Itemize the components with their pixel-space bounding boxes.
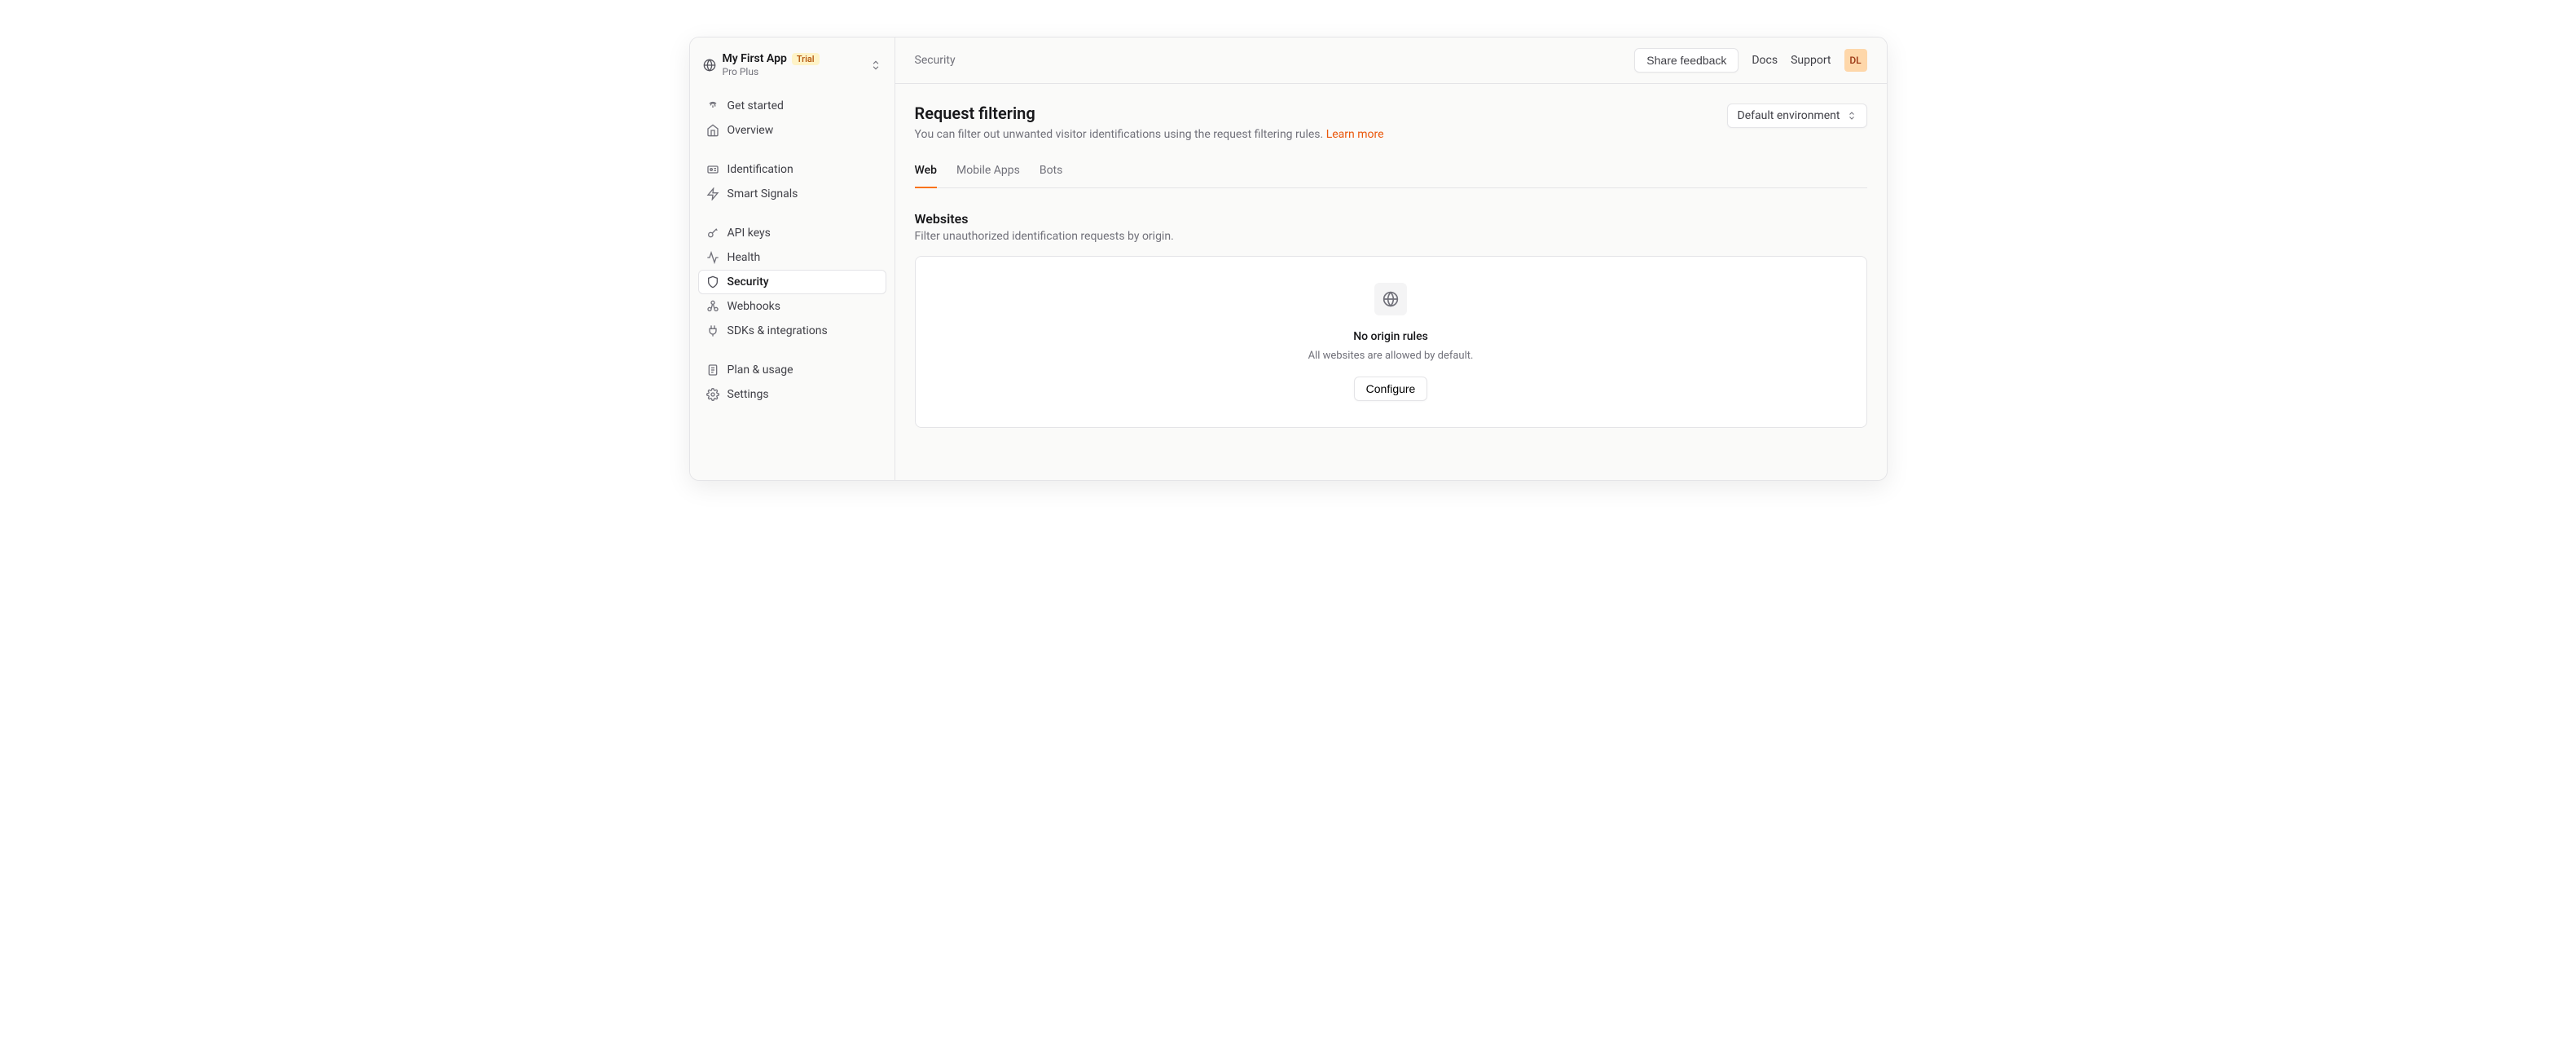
gear-icon [706,388,719,401]
shield-icon [706,275,719,289]
sidebar-item-webhooks[interactable]: Webhooks [698,294,886,319]
content: Request filtering You can filter out unw… [895,84,1887,447]
empty-icon-box [1374,283,1407,315]
trial-badge: Trial [792,53,820,65]
sidebar-item-health[interactable]: Health [698,245,886,270]
tab-web[interactable]: Web [915,164,937,188]
learn-more-link[interactable]: Learn more [1326,128,1384,141]
empty-title: No origin rules [1353,330,1428,343]
globe-icon [703,59,716,72]
sidebar-item-label: Settings [728,388,769,401]
sidebar-item-label: API keys [728,227,771,240]
app-shell: My First App Trial Pro Plus Get started … [689,37,1888,481]
sidebar-item-label: SDKs & integrations [728,324,828,337]
sidebar-item-label: Identification [728,163,793,176]
file-icon [706,363,719,377]
sidebar-item-identification[interactable]: Identification [698,157,886,182]
environment-select[interactable]: Default environment [1727,104,1867,128]
key-icon [706,227,719,240]
tabs: Web Mobile Apps Bots [915,164,1867,188]
topbar: Security Share feedback Docs Support DL [895,37,1887,84]
home-icon [706,124,719,137]
section-title: Websites [915,211,1867,227]
empty-state-card: No origin rules All websites are allowed… [915,256,1867,428]
sidebar-item-label: Health [728,251,761,264]
sidebar-item-settings[interactable]: Settings [698,382,886,407]
section: Websites Filter unauthorized identificat… [915,211,1867,428]
id-icon [706,163,719,176]
sidebar: My First App Trial Pro Plus Get started … [690,37,895,480]
page-header-text: Request filtering You can filter out unw… [915,104,1384,141]
page-header: Request filtering You can filter out unw… [915,104,1867,141]
chevron-sort-icon [1847,111,1857,121]
page-desc: You can filter out unwanted visitor iden… [915,128,1384,141]
app-plan: Pro Plus [723,66,864,77]
sidebar-item-label: Overview [728,124,774,137]
share-feedback-button[interactable]: Share feedback [1634,48,1739,73]
sidebar-item-label: Plan & usage [728,363,793,377]
globe-icon [1383,291,1399,307]
tab-bots[interactable]: Bots [1040,164,1063,188]
page-title: Request filtering [915,104,1384,123]
sidebar-item-smart-signals[interactable]: Smart Signals [698,182,886,206]
webhook-icon [706,300,719,313]
sidebar-item-security[interactable]: Security [698,270,886,294]
topbar-actions: Share feedback Docs Support DL [1634,48,1866,73]
empty-desc: All websites are allowed by default. [1308,350,1474,362]
sidebar-item-get-started[interactable]: Get started [698,94,886,118]
nav-group-2: Identification Smart Signals [698,157,886,206]
nav-group-3: API keys Health Security Webhooks SDKs &… [698,221,886,343]
sidebar-item-label: Get started [728,99,784,112]
plug-icon [706,324,719,337]
chevron-sort-icon [870,59,881,71]
app-name: My First App [723,52,787,65]
page-desc-text: You can filter out unwanted visitor iden… [915,128,1324,141]
docs-link[interactable]: Docs [1752,54,1778,67]
zap-icon [706,187,719,200]
nav-group-1: Get started Overview [698,94,886,143]
sidebar-item-label: Webhooks [728,300,781,313]
nav-group-4: Plan & usage Settings [698,358,886,407]
app-switcher[interactable]: My First App Trial Pro Plus [698,49,886,81]
sidebar-item-plan-usage[interactable]: Plan & usage [698,358,886,382]
sidebar-item-label: Security [728,275,769,289]
configure-button[interactable]: Configure [1354,377,1428,401]
tab-mobile-apps[interactable]: Mobile Apps [956,164,1020,188]
app-info: My First App Trial Pro Plus [723,52,864,77]
sidebar-item-overview[interactable]: Overview [698,118,886,143]
sidebar-item-label: Smart Signals [728,187,798,200]
environment-label: Default environment [1738,109,1840,122]
avatar[interactable]: DL [1844,49,1867,72]
sidebar-item-sdks[interactable]: SDKs & integrations [698,319,886,343]
sidebar-item-api-keys[interactable]: API keys [698,221,886,245]
activity-icon [706,251,719,264]
support-link[interactable]: Support [1791,54,1831,67]
section-desc: Filter unauthorized identification reque… [915,230,1867,243]
breadcrumb: Security [915,54,956,67]
fingerprint-icon [706,99,719,112]
main: Security Share feedback Docs Support DL … [895,37,1887,480]
